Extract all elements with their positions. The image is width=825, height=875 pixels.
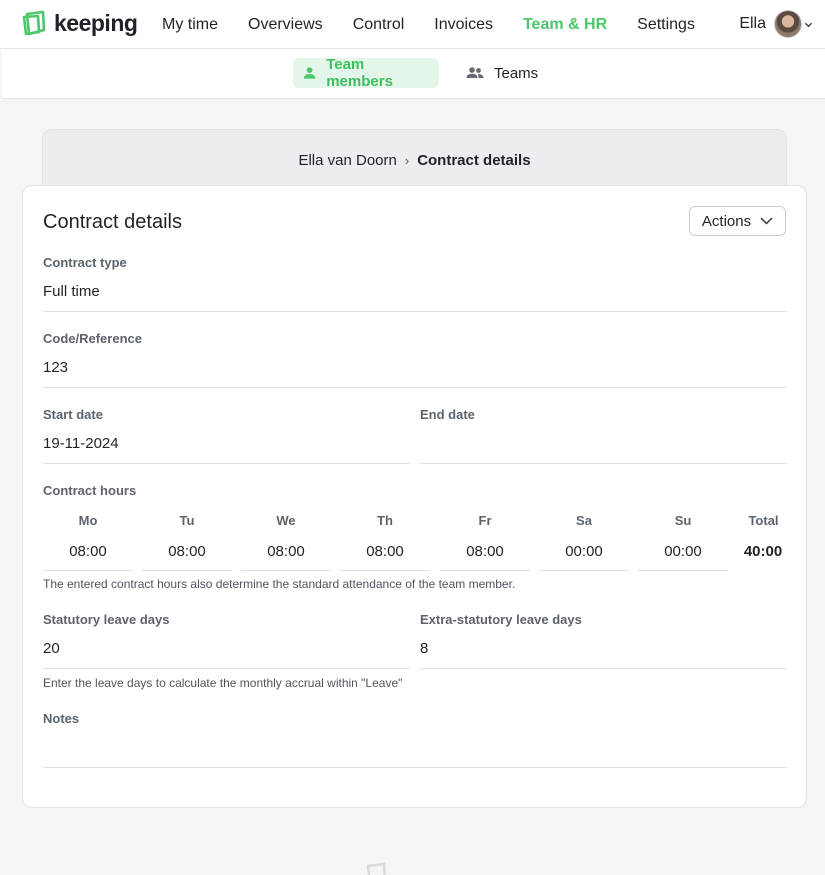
breadcrumb-person-link[interactable]: Ella van Doorn — [298, 152, 396, 169]
nav-control[interactable]: Control — [338, 0, 420, 49]
total-hours-value: 40:00 — [743, 543, 783, 560]
nav-settings[interactable]: Settings — [622, 0, 710, 49]
hours-input-th[interactable]: 08:00 — [340, 539, 430, 571]
contract-details-card: Contract details Actions Contract type F… — [22, 185, 807, 808]
breadcrumb-current: Contract details — [417, 152, 531, 169]
day-header-we: We — [276, 513, 296, 528]
contract-hours-hint: The entered contract hours also determin… — [43, 577, 516, 591]
end-date-label: End date — [420, 407, 475, 422]
main-nav: My time Overviews Control Invoices Team … — [147, 0, 710, 49]
day-header-fr: Fr — [478, 513, 492, 528]
hours-input-mo[interactable]: 08:00 — [43, 539, 133, 571]
extra-leave-field[interactable]: 8 — [420, 635, 787, 669]
nav-overviews[interactable]: Overviews — [233, 0, 338, 49]
actions-button-label: Actions — [701, 212, 752, 230]
brand-name: keeping — [54, 10, 138, 36]
nav-invoices[interactable]: Invoices — [419, 0, 508, 49]
code-reference-label: Code/Reference — [43, 331, 142, 346]
day-header-tu: Tu — [179, 513, 195, 528]
tab-team-members-label: Team members — [326, 56, 393, 90]
extra-leave-label: Extra-statutory leave days — [420, 612, 582, 627]
user-name: Ella — [739, 15, 766, 32]
footer-logo-icon — [363, 862, 389, 875]
hours-input-tu[interactable]: 08:00 — [142, 539, 232, 571]
contract-hours-label: Contract hours — [43, 483, 137, 498]
hours-input-sa[interactable]: 00:00 — [539, 539, 629, 571]
tab-teams-label: Teams — [494, 64, 539, 82]
chevron-right-icon: › — [404, 153, 410, 168]
end-date-field[interactable] — [420, 430, 787, 464]
contract-type-label: Contract type — [43, 255, 127, 270]
tab-team-members[interactable]: Team members — [293, 56, 439, 90]
breadcrumb: Ella van Doorn › Contract details — [43, 152, 786, 169]
notes-field[interactable] — [43, 734, 787, 768]
group-icon — [466, 67, 484, 78]
tab-teams[interactable]: Teams — [456, 58, 548, 88]
actions-button[interactable]: Actions — [689, 206, 786, 236]
avatar — [774, 10, 802, 38]
day-header-sa: Sa — [576, 513, 592, 528]
chevron-down-icon — [804, 22, 813, 27]
chevron-down-icon — [760, 217, 773, 225]
notes-label: Notes — [43, 711, 80, 726]
statutory-leave-field[interactable]: 20 — [43, 635, 410, 669]
contract-type-field[interactable]: Full time — [43, 278, 787, 312]
page-title: Contract details — [43, 211, 182, 233]
keeping-logo[interactable]: keeping — [22, 10, 138, 36]
sub-navigation-bar: Team members Teams — [2, 49, 825, 99]
day-header-su: Su — [674, 513, 692, 528]
person-icon — [303, 67, 316, 79]
start-date-label: Start date — [43, 407, 103, 422]
day-header-th: Th — [377, 513, 393, 528]
total-header: Total — [748, 513, 779, 528]
statutory-leave-label: Statutory leave days — [43, 612, 170, 627]
top-navigation-bar: keeping My time Overviews Control Invoic… — [0, 0, 825, 49]
start-date-field[interactable]: 19-11-2024 — [43, 430, 410, 464]
hours-input-we[interactable]: 08:00 — [241, 539, 331, 571]
nav-my-time[interactable]: My time — [147, 0, 233, 49]
nav-team-hr[interactable]: Team & HR — [508, 0, 622, 49]
day-header-mo: Mo — [78, 513, 98, 528]
user-menu[interactable]: Ella — [739, 8, 813, 40]
hours-input-su[interactable]: 00:00 — [638, 539, 728, 571]
keeping-logo-icon — [22, 10, 46, 36]
leave-days-hint: Enter the leave days to calculate the mo… — [43, 676, 403, 690]
code-reference-field[interactable]: 123 — [43, 354, 787, 388]
hours-input-fr[interactable]: 08:00 — [440, 539, 530, 571]
